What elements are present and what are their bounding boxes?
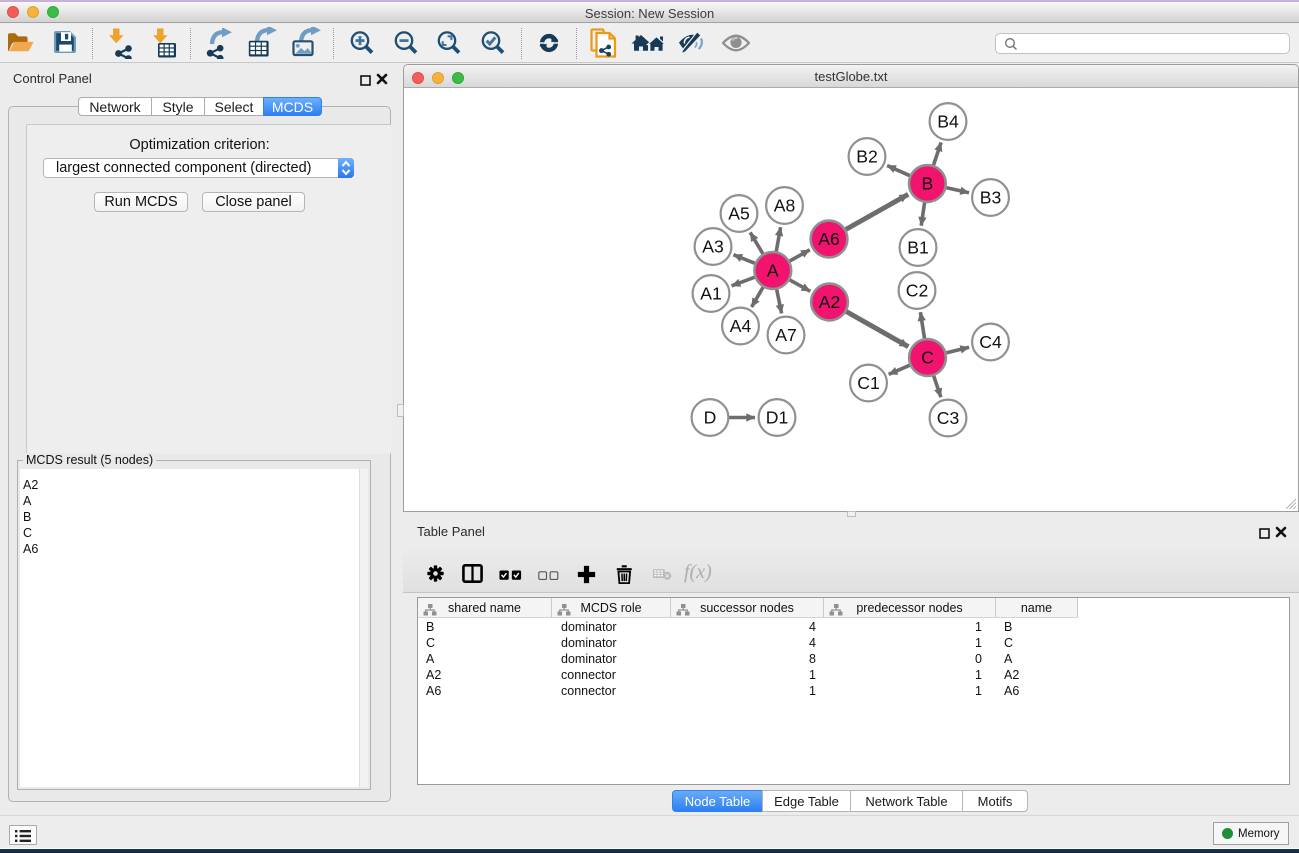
svg-text:C2: C2 xyxy=(906,281,929,301)
svg-text:A7: A7 xyxy=(775,325,797,345)
svg-text:B2: B2 xyxy=(856,147,878,167)
svg-text:A4: A4 xyxy=(730,316,752,336)
svg-text:C3: C3 xyxy=(937,408,960,428)
svg-text:B3: B3 xyxy=(980,188,1002,208)
svg-text:B1: B1 xyxy=(907,238,929,258)
svg-text:D1: D1 xyxy=(766,408,789,428)
svg-text:A8: A8 xyxy=(774,196,796,216)
svg-text:A5: A5 xyxy=(728,204,750,224)
svg-text:A2: A2 xyxy=(819,292,841,312)
svg-text:C4: C4 xyxy=(979,332,1002,352)
svg-text:A1: A1 xyxy=(700,284,722,304)
svg-text:B4: B4 xyxy=(937,112,959,132)
svg-text:A3: A3 xyxy=(702,237,724,257)
svg-text:A: A xyxy=(767,261,779,281)
svg-text:C1: C1 xyxy=(857,373,880,393)
svg-text:C: C xyxy=(921,348,934,368)
svg-text:D: D xyxy=(704,408,717,428)
svg-text:B: B xyxy=(922,174,934,194)
svg-text:A6: A6 xyxy=(818,229,840,249)
